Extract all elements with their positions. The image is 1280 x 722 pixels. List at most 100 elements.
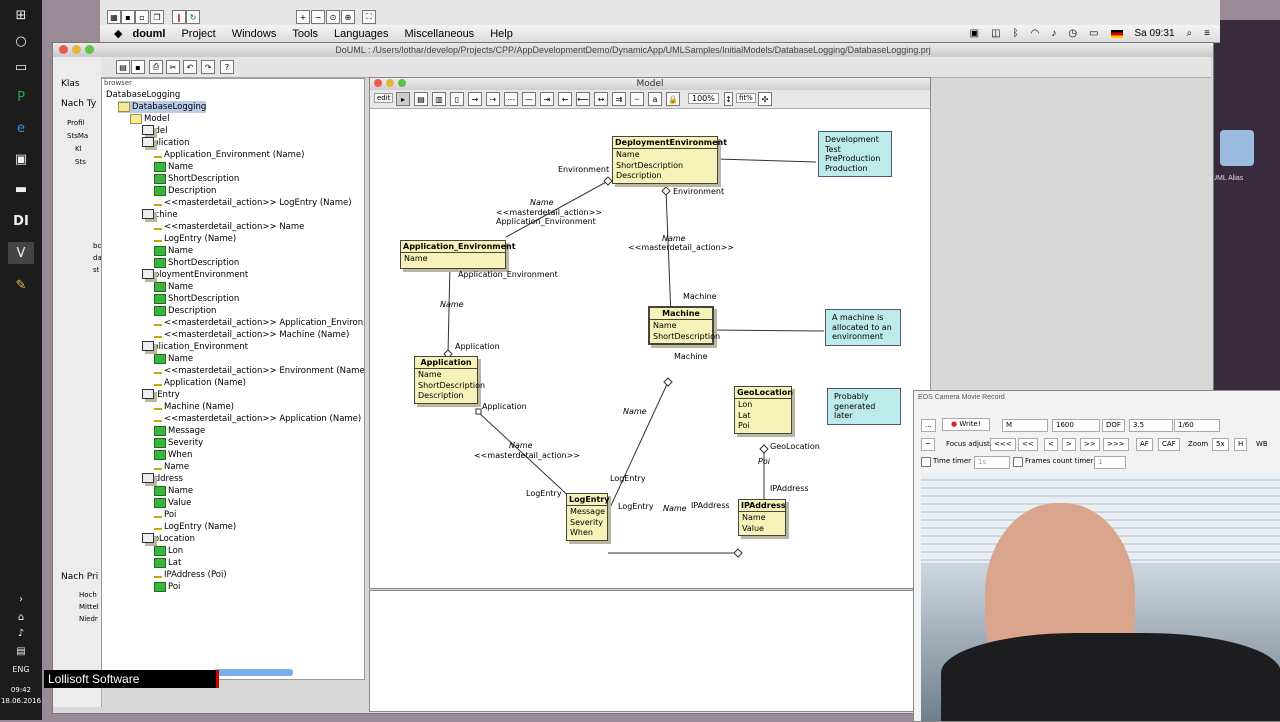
- fit-button[interactable]: fit%: [736, 93, 756, 103]
- eos-af-button[interactable]: AF: [1136, 438, 1153, 451]
- diagram-canvas[interactable]: DeploymentEnvironment Name ShortDescripti…: [370, 109, 930, 588]
- save-icon[interactable]: ▪: [121, 10, 135, 24]
- class-application[interactable]: Application Name ShortDescription Descript…: [414, 356, 485, 404]
- priority-medium[interactable]: Mittel: [79, 603, 99, 611]
- tree-item[interactable]: Description: [154, 185, 216, 197]
- package-tool-icon[interactable]: ▥: [432, 92, 446, 106]
- class-geolocation[interactable]: GeoLocation Lon Lat Poi: [734, 386, 793, 434]
- zoom-fit-icon[interactable]: ⊙: [326, 10, 340, 24]
- fullscreen-icon[interactable]: ⛶: [362, 10, 376, 24]
- minimize-button[interactable]: [72, 45, 81, 54]
- menu-list-icon[interactable]: ≡: [1204, 28, 1210, 39]
- vnc-icon[interactable]: V: [8, 242, 34, 264]
- left-item[interactable]: StsMa: [67, 132, 88, 140]
- print-icon[interactable]: ⎙: [149, 60, 163, 74]
- save-project-icon[interactable]: ▪: [131, 60, 145, 74]
- left-item[interactable]: Sts: [75, 158, 86, 166]
- tree-item[interactable]: ShortDescription: [154, 257, 239, 269]
- optimize-icon[interactable]: ✣: [758, 92, 772, 106]
- terminal-icon[interactable]: ▬: [8, 178, 34, 200]
- left-item[interactable]: st: [93, 266, 99, 274]
- time-timer-value[interactable]: 1s: [974, 456, 1010, 469]
- tree-item[interactable]: Model: [130, 113, 170, 125]
- tree-item[interactable]: <<masterdetail_action>> Application (Nam…: [154, 413, 361, 425]
- volume-icon-mac[interactable]: ♪: [1051, 28, 1056, 39]
- menu-windows[interactable]: Windows: [232, 28, 277, 40]
- tree-item[interactable]: Machine: [142, 209, 178, 221]
- cortana-icon[interactable]: ○: [8, 30, 34, 52]
- cut-icon[interactable]: ✂: [166, 60, 180, 74]
- tree-item[interactable]: <<masterdetail_action>> Application_Envi…: [154, 317, 364, 329]
- menubar-clock[interactable]: Sa 09:31: [1135, 28, 1175, 39]
- frames-timer-value[interactable]: 1: [1094, 456, 1126, 469]
- document-icon[interactable]: ▫: [135, 10, 149, 24]
- left-tab-classes[interactable]: Klas: [61, 79, 80, 89]
- select-tool-icon[interactable]: ▸: [396, 92, 410, 106]
- line-tool-icon[interactable]: —: [522, 92, 536, 106]
- uml-alias-icon[interactable]: [1220, 130, 1254, 166]
- back-arrow-tool-icon[interactable]: ⟵: [576, 92, 590, 106]
- taskbar-time[interactable]: 09:42: [0, 686, 42, 694]
- tree-item[interactable]: Name: [154, 161, 193, 173]
- menu-languages[interactable]: Languages: [334, 28, 388, 40]
- di-app-icon[interactable]: DI: [8, 210, 34, 232]
- tree-item[interactable]: <<masterdetail_action>> Name: [154, 221, 304, 233]
- task-view-icon[interactable]: ▭: [8, 56, 34, 78]
- note-environments[interactable]: Development Test PreProduction Production: [818, 131, 892, 177]
- class-application-environment[interactable]: Application_Environment Name: [400, 240, 516, 269]
- zoom-in-icon[interactable]: +: [296, 10, 310, 24]
- class-logentry[interactable]: LogEntry Message Severity When: [566, 493, 609, 541]
- tree-item[interactable]: Value: [154, 497, 191, 509]
- tree-item[interactable]: Lon: [154, 545, 183, 557]
- tree-item[interactable]: ShortDescription: [154, 293, 239, 305]
- anchor-tool-icon[interactable]: ⇉: [612, 92, 626, 106]
- focus-step-forward[interactable]: >: [1062, 438, 1076, 451]
- association-tool-icon[interactable]: →: [468, 92, 482, 106]
- grid-icon[interactable]: ▦: [107, 10, 121, 24]
- tree-item[interactable]: Name: [154, 353, 193, 365]
- frames-timer-checkbox[interactable]: [1013, 457, 1023, 467]
- note-machine[interactable]: A machine is allocated to an environment: [825, 309, 901, 346]
- open-icon[interactable]: ▤: [116, 60, 130, 74]
- status-icon-2[interactable]: ◫: [991, 28, 1000, 39]
- tree-item[interactable]: Application: [142, 137, 190, 149]
- priority-low[interactable]: Niedr: [79, 615, 98, 623]
- help-icon[interactable]: ?: [220, 60, 234, 74]
- eos-mode-select[interactable]: M: [1002, 419, 1048, 432]
- tree-item[interactable]: Description: [154, 305, 216, 317]
- explorer-icon[interactable]: ▣: [8, 148, 34, 170]
- eos-shutter-select[interactable]: 1/60: [1174, 419, 1220, 432]
- eos-iso-select[interactable]: 1600: [1052, 419, 1100, 432]
- tree-item[interactable]: Application_Environment (Name): [154, 149, 304, 161]
- refresh-icon[interactable]: ↻: [186, 10, 200, 24]
- tree-item[interactable]: GeoLocation: [142, 533, 195, 545]
- tree-item[interactable]: DatabaseLogging: [106, 89, 180, 101]
- tree-item[interactable]: Lat: [154, 557, 181, 569]
- tree-item[interactable]: Model: [142, 125, 168, 137]
- menu-tools[interactable]: Tools: [292, 28, 318, 40]
- browser-scrollbar-thumb[interactable]: [213, 669, 293, 676]
- text-tool-icon[interactable]: a: [648, 92, 662, 106]
- pause-icon[interactable]: ‖: [172, 10, 186, 24]
- tree-item[interactable]: Application (Name): [154, 377, 246, 389]
- tree-item[interactable]: DatabaseLogging: [118, 101, 207, 113]
- tree-item[interactable]: Name: [154, 245, 193, 257]
- eos-aperture-select[interactable]: 3.5: [1129, 419, 1173, 432]
- menu-project[interactable]: Project: [181, 28, 215, 40]
- comment-pane[interactable]: [369, 590, 931, 712]
- diagram-close-button[interactable]: [374, 79, 382, 87]
- tree-item[interactable]: When: [154, 449, 192, 461]
- focus-near-near[interactable]: >>>: [1103, 438, 1129, 451]
- eos-dof-button[interactable]: DOF: [1102, 419, 1125, 432]
- tree-item[interactable]: Name: [154, 485, 193, 497]
- focus-far-far[interactable]: <<<: [990, 438, 1016, 451]
- edge-browser-icon[interactable]: e: [8, 117, 34, 139]
- copy-icon[interactable]: ❐: [150, 10, 164, 24]
- generalize-tool-icon[interactable]: ⇥: [540, 92, 554, 106]
- tree-item[interactable]: Application_Environment: [142, 341, 248, 353]
- left-tab-by-priority[interactable]: Nach Pri: [61, 572, 98, 582]
- maximize-button[interactable]: [85, 45, 94, 54]
- tree-item[interactable]: LogEntry: [142, 389, 180, 401]
- menu-app[interactable]: douml: [132, 28, 165, 40]
- note-tool-icon[interactable]: ▯: [450, 92, 464, 106]
